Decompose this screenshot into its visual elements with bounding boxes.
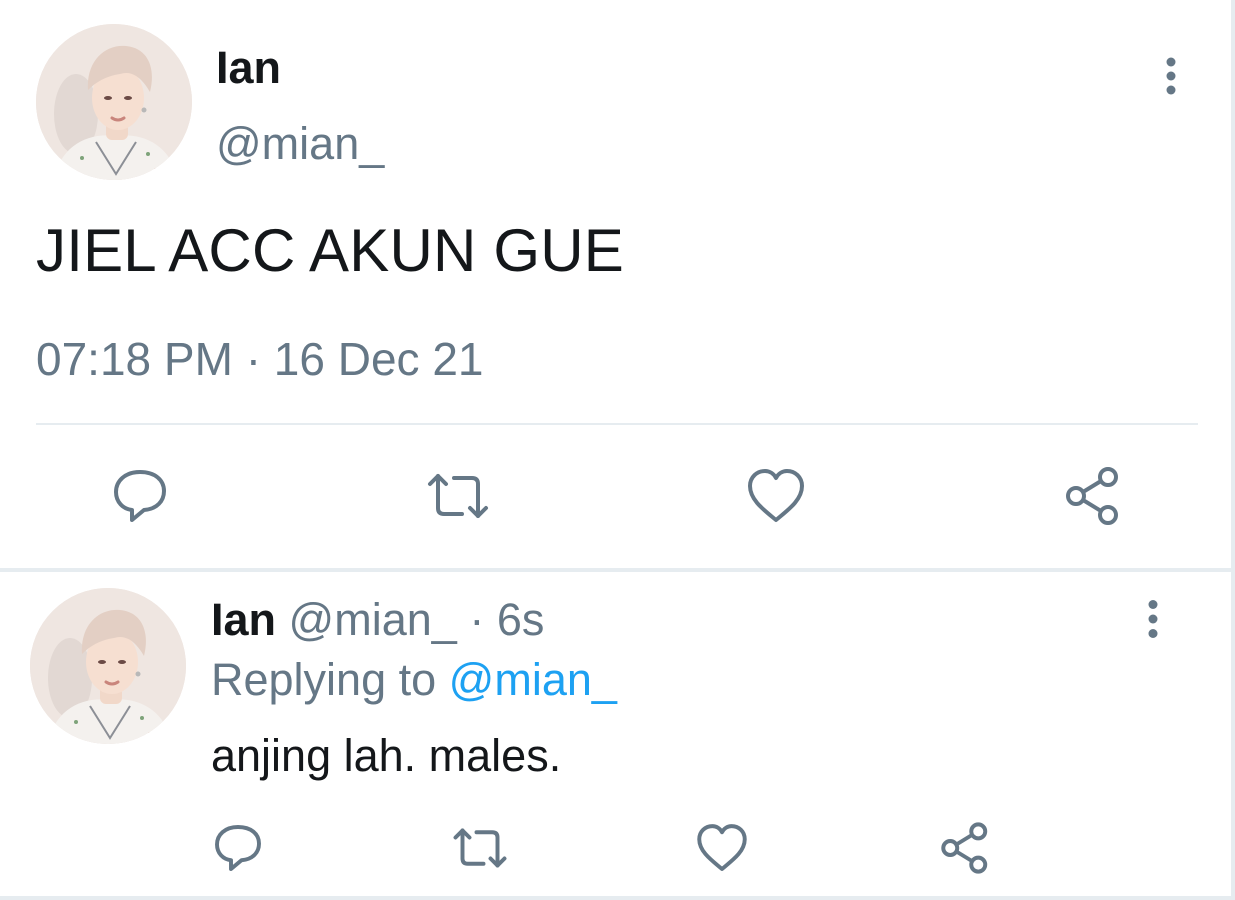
share-button[interactable] <box>938 820 994 876</box>
tweet-timestamp[interactable]: 07:18 PM · 16 Dec 21 <box>36 332 484 386</box>
reply-author-handle[interactable]: @mian_ <box>289 594 457 645</box>
timestamp-separator: · <box>245 333 262 385</box>
reply-bubble-icon <box>114 470 166 522</box>
tweet-time: 07:18 PM <box>36 333 233 385</box>
retweet-icon <box>453 828 507 868</box>
header-separator: · <box>469 594 485 645</box>
reply-avatar[interactable] <box>30 588 186 744</box>
author-handle[interactable]: @mian_ <box>216 118 384 170</box>
reply-button[interactable] <box>108 464 172 528</box>
replying-prefix: Replying to <box>211 654 437 705</box>
retweet-icon <box>428 474 488 518</box>
heart-icon <box>697 824 747 871</box>
bottom-border <box>0 896 1235 900</box>
replying-mention-link[interactable]: @mian_ <box>449 654 617 705</box>
vertical-dots-icon <box>1148 600 1158 638</box>
retweet-button[interactable] <box>426 464 490 528</box>
main-avatar[interactable] <box>36 24 192 180</box>
share-button[interactable] <box>1062 464 1126 528</box>
share-icon <box>941 822 988 874</box>
more-options-icon[interactable] <box>1138 600 1168 640</box>
thread-separator <box>0 568 1235 572</box>
right-border <box>1231 0 1235 900</box>
retweet-button[interactable] <box>452 820 508 876</box>
vertical-dots-icon <box>1166 57 1176 95</box>
like-button[interactable] <box>694 820 750 876</box>
reply-age: 6s <box>496 594 545 645</box>
tweet-date: 16 Dec 21 <box>273 333 484 385</box>
reply-bubble-icon <box>215 825 261 871</box>
divider <box>36 423 1198 425</box>
avatar-portrait-icon <box>36 24 192 180</box>
reply-button[interactable] <box>210 820 266 876</box>
heart-icon <box>748 469 804 522</box>
author-name[interactable]: Ian <box>216 42 281 94</box>
tweet-text: JIEL ACC AKUN GUE <box>36 217 625 284</box>
like-button[interactable] <box>744 464 808 528</box>
reply-text: anjing lah. males. <box>211 730 562 781</box>
avatar-portrait-icon <box>30 588 186 744</box>
share-icon <box>1066 467 1118 525</box>
replying-to-line: Replying to @mian_ <box>211 654 617 706</box>
reply-author-name[interactable]: Ian <box>211 594 276 645</box>
reply-header: Ian @mian_ · 6s <box>211 594 544 646</box>
more-options-icon[interactable] <box>1154 56 1188 96</box>
